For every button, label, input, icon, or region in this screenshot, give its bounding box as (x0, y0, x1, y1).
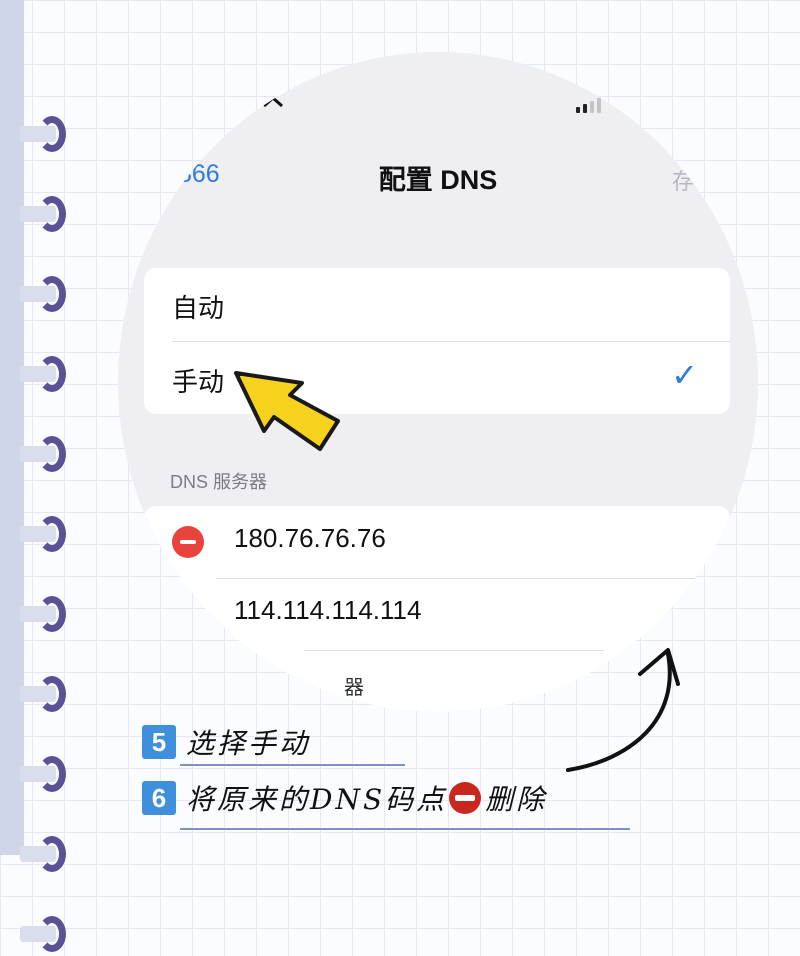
note-underline (180, 764, 405, 766)
notebook-ring (20, 192, 72, 236)
notebook-ring (20, 512, 72, 556)
back-button[interactable]: 866 (178, 160, 220, 189)
notebook-ring (20, 752, 72, 796)
option-label: 自动 (172, 294, 225, 324)
step-text: 删除 (485, 783, 548, 816)
step-number-badge: 5 (142, 725, 176, 759)
notebook-ring (20, 272, 72, 316)
dns-section-header: DNS 服务器 (170, 472, 268, 492)
step-6-note: 6 将原来的DNS码点 删除 (142, 778, 547, 818)
step-text: 将原来的DNS码点 (186, 783, 448, 816)
wifi-icon (262, 95, 284, 114)
option-label: 手动 (172, 368, 225, 398)
option-auto[interactable]: 自动 (144, 268, 730, 342)
add-server-partial-label[interactable]: 器 (344, 671, 364, 700)
notebook-ring (20, 352, 72, 396)
cellular-signal-icon (576, 98, 601, 113)
checkmark-icon: ✓ (671, 356, 698, 394)
curved-arrow-icon (566, 648, 680, 772)
notebook-ring (20, 832, 72, 876)
note-underline (180, 828, 630, 830)
delete-icon (449, 782, 482, 814)
notebook-ring (20, 672, 72, 716)
step-text: 选择手动 (186, 727, 311, 760)
notebook-ring (20, 592, 72, 636)
dns-server-address: 180.76.76.76 (234, 523, 386, 553)
dns-server-address: 114.114.114.114 (234, 595, 422, 625)
dns-server-row[interactable]: 180.76.76.76 (144, 506, 730, 579)
save-button[interactable]: 存 (672, 164, 694, 196)
delete-icon[interactable] (172, 526, 204, 558)
divider (304, 650, 604, 651)
notebook-ring (20, 112, 72, 156)
dns-server-row[interactable]: 114.114.114.114 (144, 578, 730, 651)
page-title: 配置 DNS (378, 165, 498, 195)
notebook-ring (20, 912, 72, 956)
notebook-ring (20, 432, 72, 476)
step-number-badge: 6 (142, 781, 176, 815)
phone-screen-zoom: 866 配置 DNS 存 自动 手动 ✓ DNS 服务器 180.76.76.7… (118, 52, 758, 712)
pointer-arrow-icon (234, 371, 340, 451)
step-5-note: 5 选择手动 (142, 722, 310, 762)
